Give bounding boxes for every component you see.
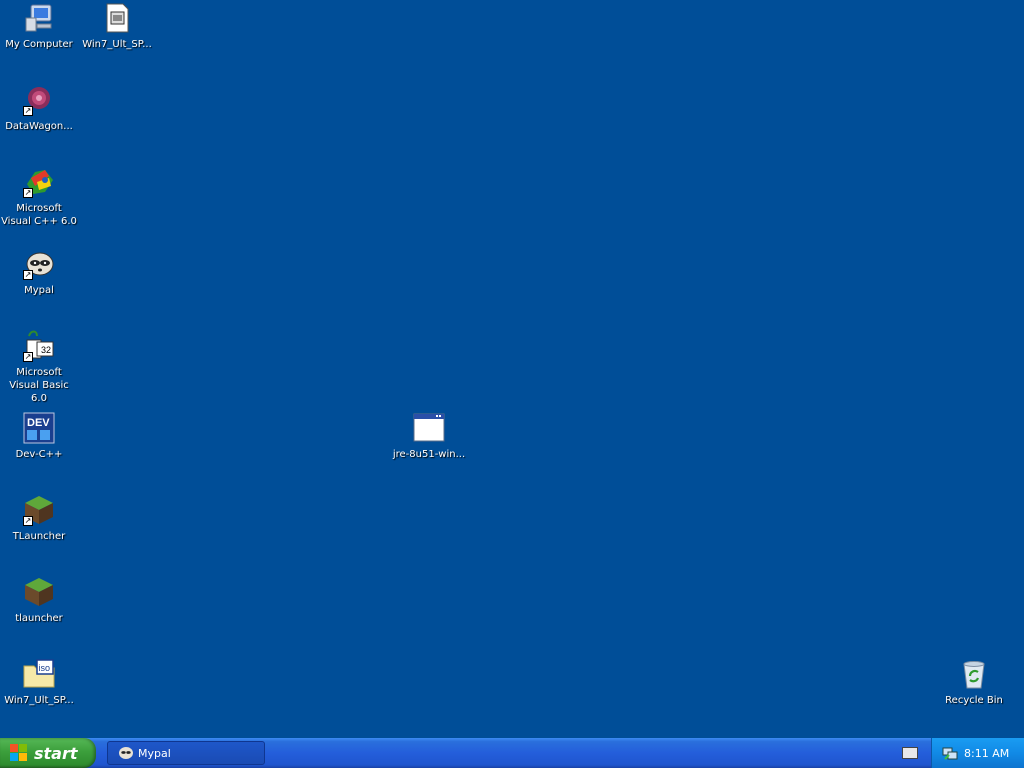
recycle-bin-icon [958, 658, 990, 690]
dev-cpp-icon: DEV [23, 412, 55, 444]
windows-logo-icon [10, 744, 28, 762]
document-icon [101, 2, 133, 34]
computer-icon [23, 2, 55, 34]
taskbar-button-mypal[interactable]: Mypal [107, 741, 265, 765]
visual-cpp-icon: ↗ [23, 166, 55, 198]
desktop-icon-label: Microsoft Visual C++ 6.0 [1, 203, 77, 227]
system-tray: 8:11 AM [931, 738, 1024, 768]
taskbar: start Mypal 8:11 AM [0, 738, 1024, 768]
desktop-icon-datawagon[interactable]: ↗ DataWagon... [0, 84, 78, 133]
desktop-icon-label: Win7_Ult_SP... [82, 39, 152, 50]
desktop-icon-label: tlauncher [15, 613, 63, 624]
desktop-icon-msvb[interactable]: 32 ↗ Microsoft Visual Basic 6.0 [0, 330, 78, 405]
keyboard-icon[interactable] [902, 747, 918, 759]
application-window-icon [413, 412, 445, 444]
desktop-icon-label: My Computer [5, 39, 73, 50]
datawagon-icon: ↗ [23, 84, 55, 116]
desktop-icon-label: Dev-C++ [15, 449, 63, 460]
svg-text:32: 32 [41, 345, 51, 355]
clock[interactable]: 8:11 AM [964, 747, 1009, 760]
svg-text:DEV: DEV [27, 417, 50, 429]
visual-basic-icon: 32 ↗ [23, 330, 55, 362]
desktop-icon-label: Recycle Bin [945, 695, 1003, 706]
raccoon-icon [119, 747, 133, 759]
desktop-icon-jre-installer[interactable]: jre-8u51-win... [390, 412, 468, 461]
grass-block-icon [23, 576, 55, 608]
shortcut-arrow-icon: ↗ [23, 106, 33, 116]
desktop-icon-tlauncher-shortcut[interactable]: ↗ TLauncher [0, 494, 78, 543]
desktop-icon-mypal[interactable]: ↗ Mypal [0, 248, 78, 297]
desktop-icon-recycle-bin[interactable]: Recycle Bin [935, 658, 1013, 707]
iso-file-icon: iso [23, 658, 55, 690]
start-label: start [34, 743, 78, 763]
desktop-icon-label: Mypal [24, 285, 54, 296]
desktop-icon-label: Microsoft Visual Basic 6.0 [9, 367, 69, 404]
desktop-icon-label: jre-8u51-win... [392, 449, 466, 460]
shortcut-arrow-icon: ↗ [23, 516, 33, 526]
shortcut-arrow-icon: ↗ [23, 270, 33, 280]
network-icon[interactable] [942, 745, 958, 761]
svg-text:iso: iso [39, 663, 51, 673]
taskbar-button-label: Mypal [138, 746, 171, 760]
desktop-icon-msvc[interactable]: ↗ Microsoft Visual C++ 6.0 [0, 166, 78, 228]
shortcut-arrow-icon: ↗ [23, 188, 33, 198]
grass-block-icon: ↗ [23, 494, 55, 526]
shortcut-arrow-icon: ↗ [23, 352, 33, 362]
desktop-icon-label: Win7_Ult_SP... [4, 695, 74, 706]
desktop-icon-label: DataWagon... [5, 121, 73, 132]
desktop-icon-win7-sp[interactable]: Win7_Ult_SP... [78, 2, 156, 51]
desktop-icon-tlauncher[interactable]: tlauncher [0, 576, 78, 625]
desktop-icon-win7-iso[interactable]: iso Win7_Ult_SP... [0, 658, 78, 707]
raccoon-icon: ↗ [23, 248, 55, 280]
start-button[interactable]: start [0, 738, 96, 768]
desktop-icon-label: TLauncher [12, 531, 66, 542]
desktop-icon-devcpp[interactable]: DEV Dev-C++ [0, 412, 78, 461]
desktop-icon-my-computer[interactable]: My Computer [0, 2, 78, 51]
